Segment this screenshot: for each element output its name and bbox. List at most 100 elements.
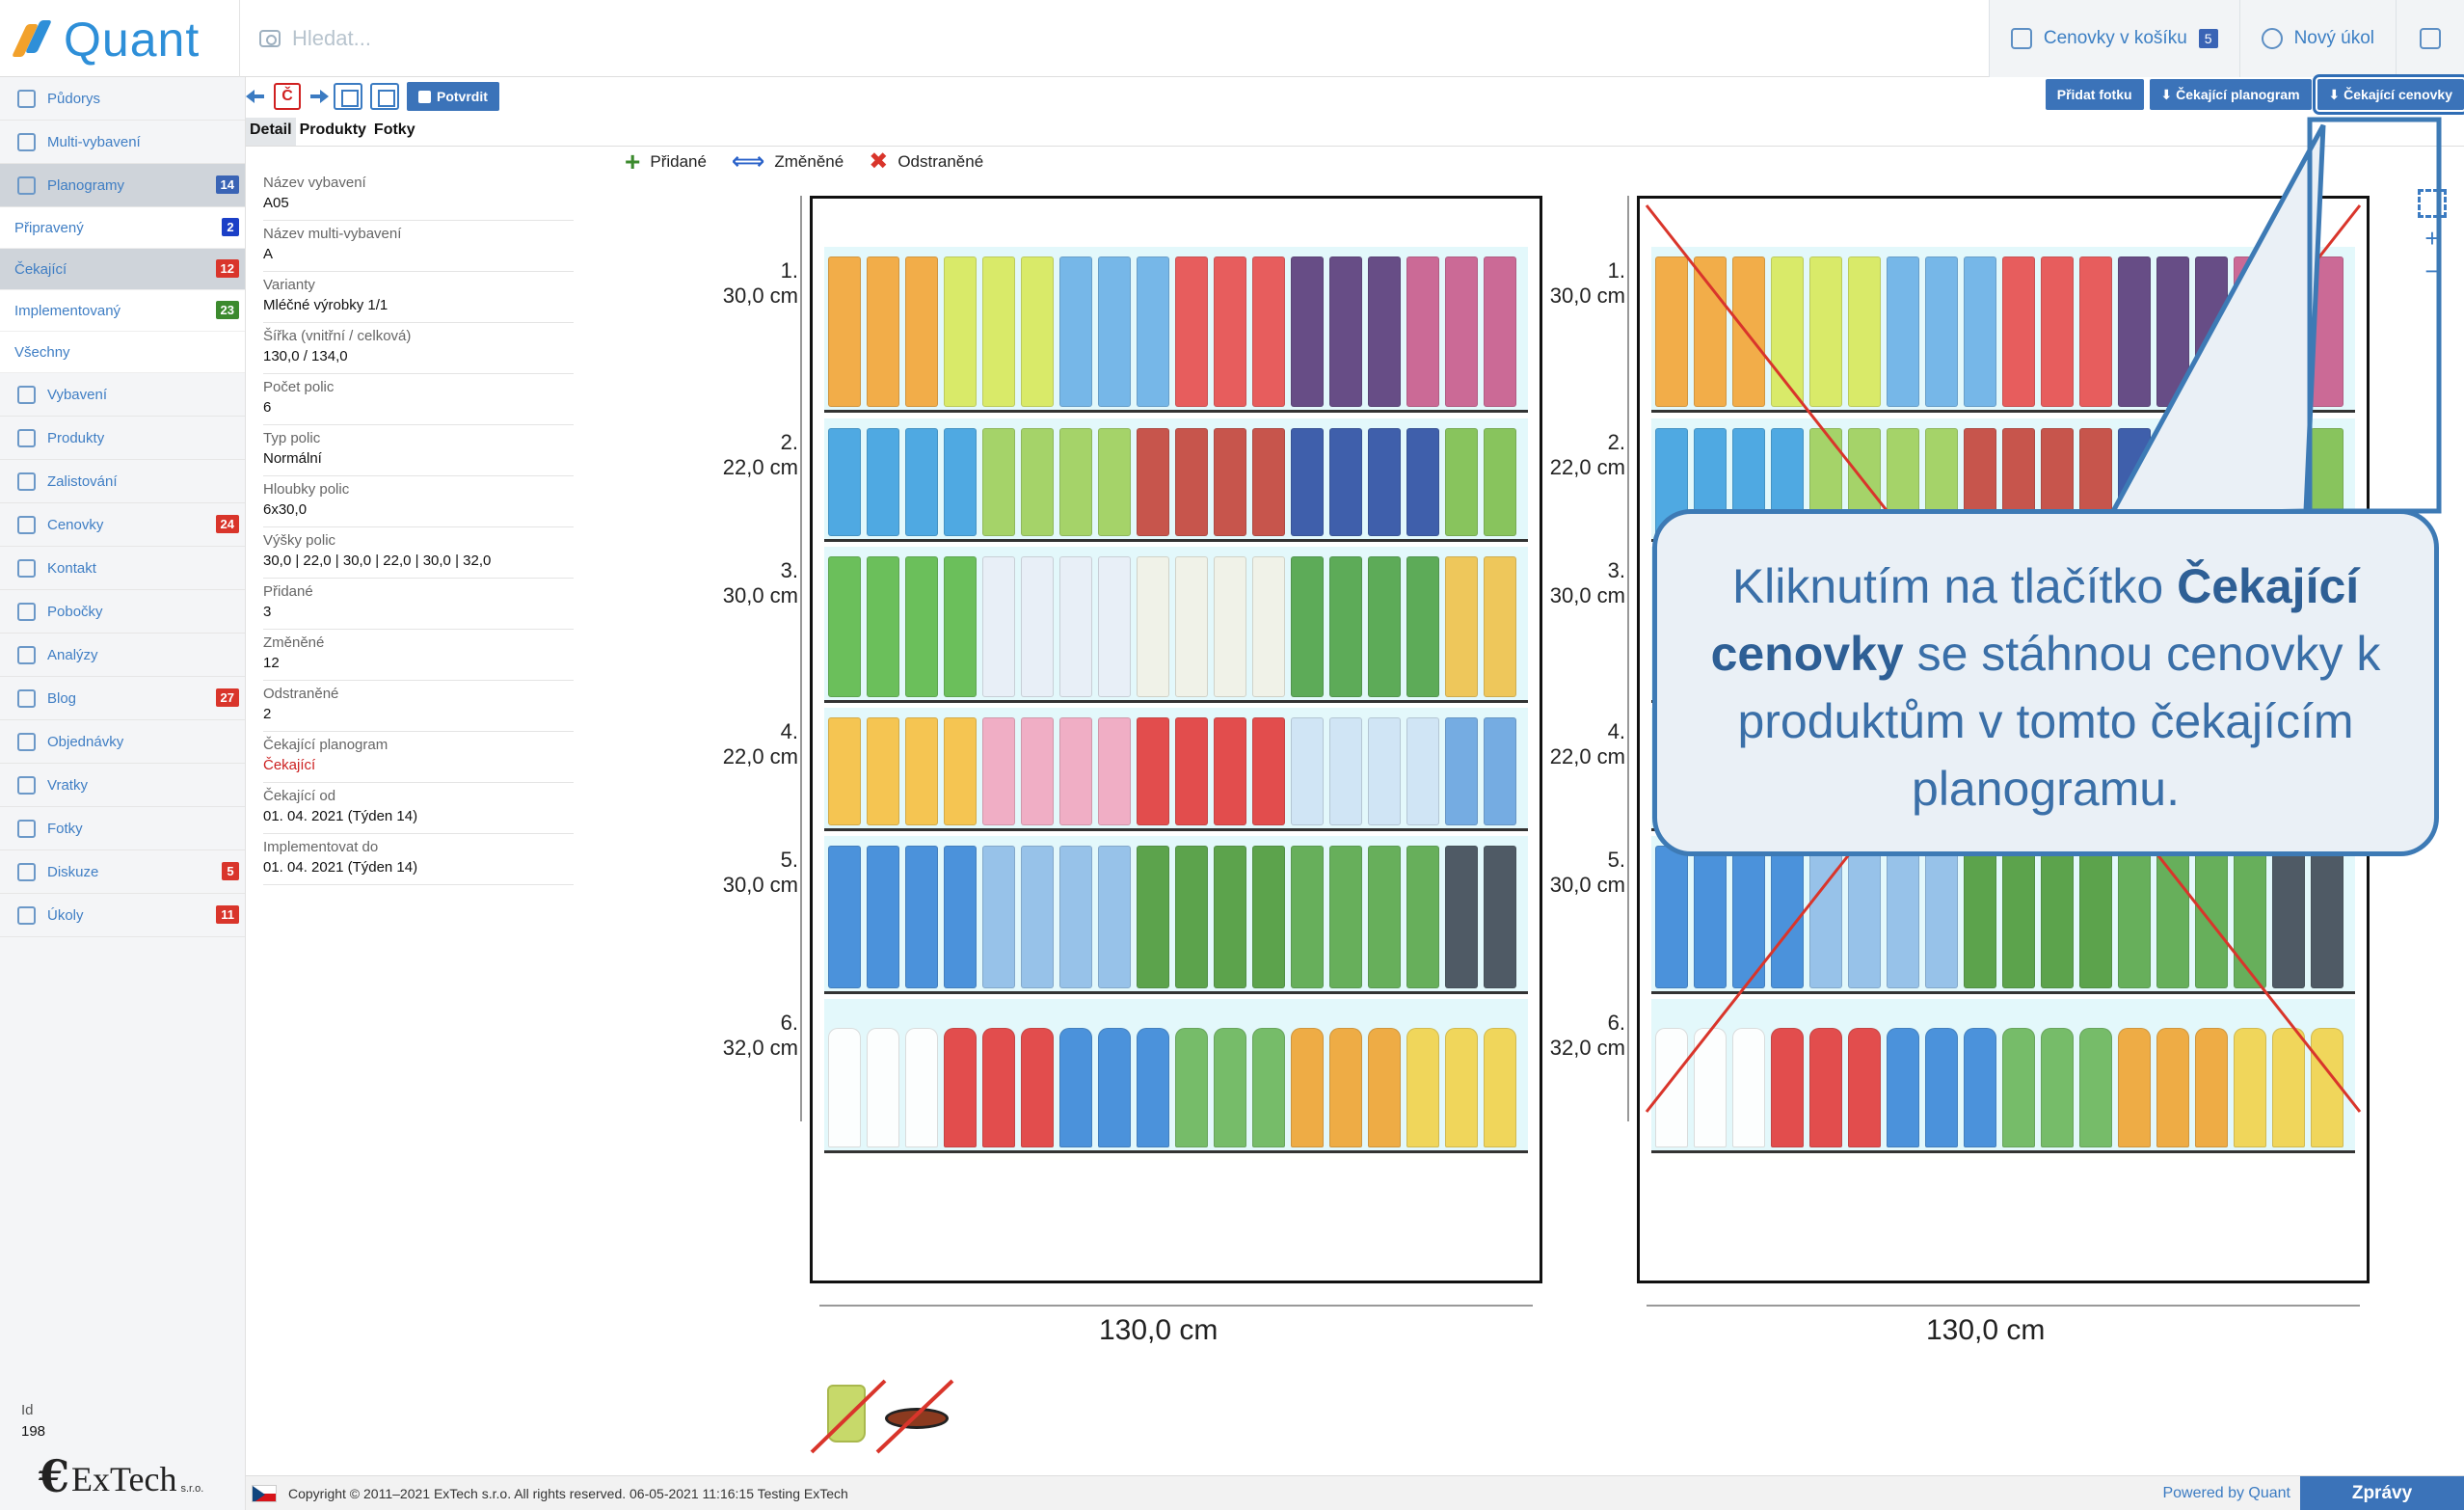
product-facing[interactable] bbox=[2118, 1028, 2151, 1147]
confirm-button[interactable]: Potvrdit bbox=[407, 82, 499, 111]
shelf-2[interactable] bbox=[824, 418, 1528, 542]
product-facing[interactable] bbox=[1887, 1028, 1919, 1147]
new-planogram[interactable]: 1. 30,0 cm 2. 22,0 cm 3. 30,0 cm 4. 22,0 cm 5. 30… bbox=[713, 196, 1542, 1372]
product-facing[interactable] bbox=[2041, 1028, 2074, 1147]
product-facing[interactable] bbox=[1329, 556, 1362, 697]
product-facing[interactable] bbox=[905, 717, 938, 825]
shelf-3[interactable] bbox=[824, 547, 1528, 703]
product-facing[interactable] bbox=[2234, 846, 2266, 988]
product-facing[interactable] bbox=[1694, 1028, 1727, 1147]
product-facing[interactable] bbox=[1368, 256, 1401, 407]
product-facing[interactable] bbox=[1329, 1028, 1362, 1147]
product-facing[interactable] bbox=[1021, 1028, 1054, 1147]
product-facing[interactable] bbox=[1964, 846, 1996, 988]
product-facing[interactable] bbox=[1484, 556, 1516, 697]
previous-arrow-icon[interactable] bbox=[246, 88, 266, 105]
next-arrow-icon[interactable] bbox=[308, 88, 329, 105]
product-facing[interactable] bbox=[1059, 717, 1092, 825]
product-facing[interactable] bbox=[944, 428, 977, 536]
shelf-1[interactable] bbox=[1651, 247, 2355, 413]
product-facing[interactable] bbox=[1406, 256, 1439, 407]
product-facing[interactable] bbox=[1368, 556, 1401, 697]
sidebar-item--koly[interactable]: Úkoly 11 bbox=[0, 894, 245, 937]
product-facing[interactable] bbox=[828, 846, 861, 988]
product-facing[interactable] bbox=[2079, 1028, 2112, 1147]
product-facing[interactable] bbox=[1137, 717, 1169, 825]
product-facing[interactable] bbox=[1252, 1028, 1285, 1147]
product-facing[interactable] bbox=[2195, 1028, 2228, 1147]
product-facing[interactable] bbox=[1406, 846, 1439, 988]
product-facing[interactable] bbox=[1809, 846, 1842, 988]
product-facing[interactable] bbox=[1406, 1028, 1439, 1147]
sidebar-item-produkty[interactable]: Produkty bbox=[0, 417, 245, 460]
layout-view-icon[interactable] bbox=[334, 83, 362, 110]
product-facing[interactable] bbox=[1329, 717, 1362, 825]
product-facing[interactable] bbox=[905, 256, 938, 407]
product-facing[interactable] bbox=[867, 717, 899, 825]
sidebar-item-fotky[interactable]: Fotky bbox=[0, 807, 245, 850]
product-facing[interactable] bbox=[2079, 256, 2112, 407]
product-facing[interactable] bbox=[1137, 846, 1169, 988]
product-facing[interactable] bbox=[1484, 846, 1516, 988]
product-facing[interactable] bbox=[1291, 1028, 1324, 1147]
product-facing[interactable] bbox=[1368, 1028, 1401, 1147]
product-facing[interactable] bbox=[2311, 1028, 2343, 1147]
product-facing[interactable] bbox=[1694, 256, 1727, 407]
fit-screen-icon[interactable] bbox=[2418, 189, 2447, 218]
product-facing[interactable] bbox=[2118, 846, 2151, 988]
product-facing[interactable] bbox=[1214, 256, 1246, 407]
product-facing[interactable] bbox=[1137, 1028, 1169, 1147]
product-facing[interactable] bbox=[1368, 717, 1401, 825]
product-facing[interactable] bbox=[2311, 256, 2343, 407]
product-facing[interactable] bbox=[1732, 256, 1765, 407]
product-facing[interactable] bbox=[828, 717, 861, 825]
product-facing[interactable] bbox=[1484, 1028, 1516, 1147]
product-facing[interactable] bbox=[1059, 556, 1092, 697]
product-facing[interactable] bbox=[1252, 556, 1285, 697]
search-box[interactable]: Hledat... bbox=[239, 0, 721, 77]
tab-photos[interactable]: Fotky bbox=[370, 118, 419, 146]
product-facing[interactable] bbox=[944, 717, 977, 825]
cart-labels-button[interactable]: Cenovky v košíku 5 bbox=[1988, 0, 2239, 77]
product-facing[interactable] bbox=[1059, 428, 1092, 536]
product-facing[interactable] bbox=[1329, 428, 1362, 536]
product-facing[interactable] bbox=[1732, 1028, 1765, 1147]
product-facing[interactable] bbox=[828, 428, 861, 536]
product-facing[interactable] bbox=[1252, 428, 1285, 536]
product-facing[interactable] bbox=[982, 717, 1015, 825]
product-facing[interactable] bbox=[1291, 428, 1324, 536]
product-facing[interactable] bbox=[1655, 846, 1688, 988]
sidebar-item-anal-zy[interactable]: Analýzy bbox=[0, 634, 245, 677]
product-facing[interactable] bbox=[944, 1028, 977, 1147]
sidebar-item-vratky[interactable]: Vratky bbox=[0, 764, 245, 807]
product-facing[interactable] bbox=[1484, 717, 1516, 825]
product-facing[interactable] bbox=[1175, 1028, 1208, 1147]
product-facing[interactable] bbox=[1252, 256, 1285, 407]
compare-view-icon[interactable] bbox=[370, 83, 399, 110]
product-facing[interactable] bbox=[2118, 256, 2151, 407]
product-facing[interactable] bbox=[1291, 717, 1324, 825]
product-facing[interactable] bbox=[1329, 256, 1362, 407]
product-facing[interactable] bbox=[1809, 256, 1842, 407]
product-facing[interactable] bbox=[2002, 1028, 2035, 1147]
product-facing[interactable] bbox=[982, 428, 1015, 536]
product-facing[interactable] bbox=[1732, 846, 1765, 988]
product-facing[interactable] bbox=[1368, 428, 1401, 536]
czech-flag-icon[interactable] bbox=[252, 1484, 277, 1502]
product-facing[interactable] bbox=[1771, 846, 1804, 988]
product-facing[interactable] bbox=[1445, 556, 1478, 697]
product-facing[interactable] bbox=[1021, 717, 1054, 825]
product-facing[interactable] bbox=[1406, 556, 1439, 697]
product-facing[interactable] bbox=[1021, 556, 1054, 697]
product-facing[interactable] bbox=[1445, 1028, 1478, 1147]
product-facing[interactable] bbox=[1175, 256, 1208, 407]
product-facing[interactable] bbox=[2234, 1028, 2266, 1147]
product-facing[interactable] bbox=[1887, 846, 1919, 988]
pending-planogram-button[interactable]: ⬇ Čekající planogram bbox=[2149, 79, 2312, 110]
product-facing[interactable] bbox=[867, 556, 899, 697]
sidebar-item-kontakt[interactable]: Kontakt bbox=[0, 547, 245, 590]
product-facing[interactable] bbox=[944, 556, 977, 697]
product-facing[interactable] bbox=[1655, 256, 1688, 407]
powered-by-link[interactable]: Powered by Quant bbox=[2162, 1485, 2290, 1502]
product-facing[interactable] bbox=[1655, 1028, 1688, 1147]
